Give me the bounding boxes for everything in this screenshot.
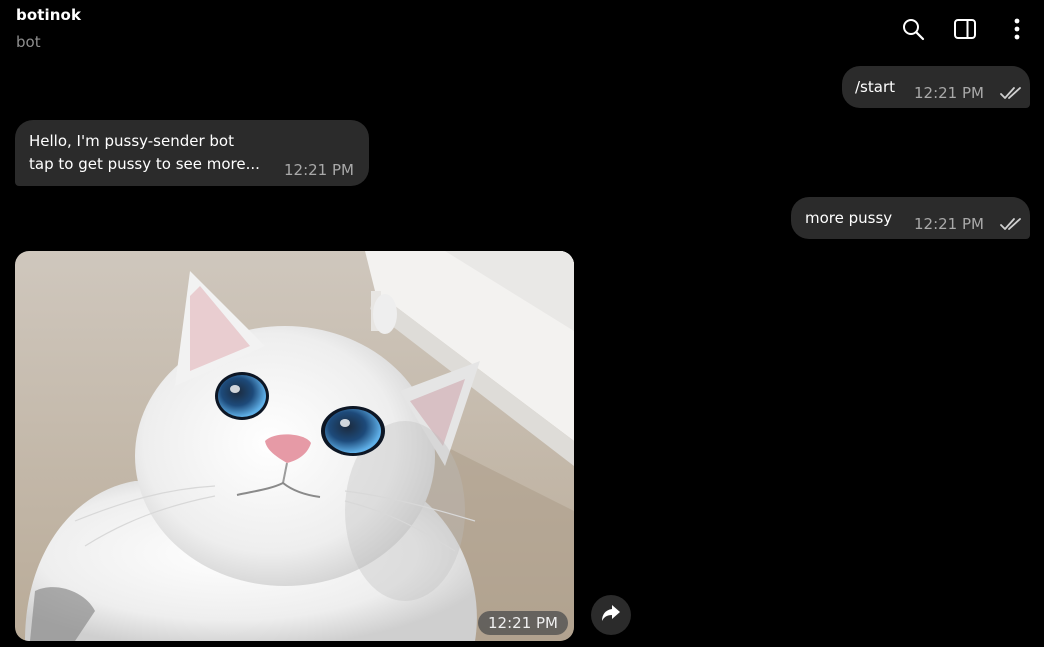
double-check-icon: [1000, 215, 1022, 238]
chat-subtitle: bot: [16, 33, 41, 51]
forward-arrow-icon: [601, 604, 621, 626]
search-button[interactable]: [896, 12, 930, 46]
message-text: /start: [855, 78, 895, 96]
double-check-icon: [1000, 84, 1022, 107]
photo-time: 12:21 PM: [478, 611, 568, 635]
message-text-line-2: tap to get pussy to see more...: [29, 155, 260, 173]
cat-photo: [15, 251, 574, 641]
chat-title[interactable]: botinok: [16, 6, 81, 24]
outgoing-message[interactable]: /start 12:21 PM: [842, 66, 1030, 108]
toggle-side-panel-button[interactable]: [948, 12, 982, 46]
message-time: 12:21 PM: [284, 161, 354, 179]
header-actions: [878, 12, 1034, 46]
incoming-message[interactable]: Hello, I'm pussy-sender bot tap to get p…: [15, 120, 369, 186]
message-text-line-1: Hello, I'm pussy-sender bot: [29, 132, 234, 150]
message-time: 12:21 PM: [914, 84, 984, 102]
more-vertical-icon: [1013, 17, 1021, 41]
more-options-button[interactable]: [1000, 12, 1034, 46]
message-time: 12:21 PM: [914, 215, 984, 233]
photo-message[interactable]: 12:21 PM: [15, 251, 574, 641]
forward-button[interactable]: [591, 595, 631, 635]
outgoing-message[interactable]: more pussy 12:21 PM: [791, 197, 1030, 239]
side-panel-icon: [953, 17, 977, 41]
chat-window: botinok bot /start 12:21 PM Hello, I'm p…: [0, 0, 1044, 647]
search-icon: [901, 17, 925, 41]
message-text: more pussy: [805, 209, 893, 227]
